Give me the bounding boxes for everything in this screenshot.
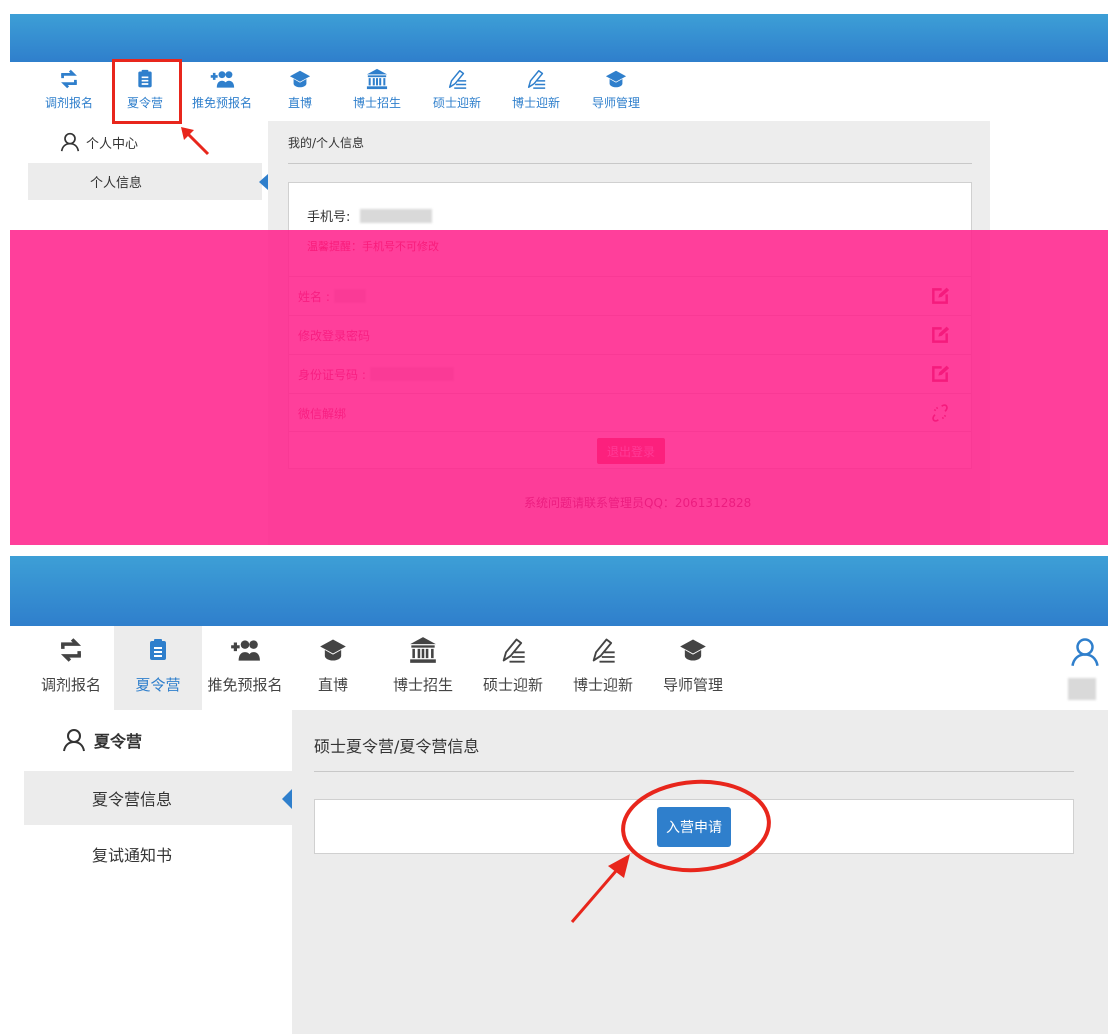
user-icon [60, 132, 80, 152]
user-icon [62, 726, 86, 754]
pen-edit-icon [499, 636, 527, 664]
divider [288, 431, 972, 432]
edit-icon[interactable] [930, 286, 950, 306]
nav-label: 博士迎新 [511, 96, 560, 110]
username-blurred [1068, 678, 1096, 700]
add-users-icon [209, 68, 235, 90]
active-indicator [282, 789, 292, 809]
phone-line: 手机号: [307, 206, 433, 225]
phone-value-blurred [360, 208, 433, 223]
nav-label: 推免预报名 [191, 96, 252, 110]
nav-label: 推免预报名 [207, 676, 283, 694]
change-password-label: 修改登录密码 [298, 328, 371, 343]
sidebar-header: 个人中心 [60, 132, 138, 152]
nav-item-master-welcome[interactable]: 硕士迎新 [418, 62, 496, 111]
nav-item-phd-welcome[interactable]: 博士迎新 [496, 62, 576, 111]
sidebar-item-interview-notice[interactable]: 复试通知书 [92, 842, 172, 866]
change-password-row[interactable]: 修改登录密码 [288, 315, 972, 354]
nav-item-transfer[interactable]: 调剂报名 [28, 626, 114, 710]
user-avatar-icon[interactable] [1070, 636, 1100, 668]
nav-label: 硕士迎新 [432, 96, 481, 110]
sidebar-item-label: 个人信息 [90, 176, 143, 191]
add-users-icon [229, 636, 261, 664]
document-list-icon [146, 636, 170, 664]
wechat-unbind-row[interactable]: 微信解绑 [288, 393, 972, 432]
id-number-blurred [369, 367, 454, 381]
name-row[interactable]: 姓名 : [288, 276, 972, 315]
active-indicator [259, 174, 268, 190]
edit-icon[interactable] [930, 364, 950, 384]
sidebar-item-personal-info[interactable]: 个人信息 [28, 163, 262, 200]
annotation-circle-arrow [570, 779, 771, 923]
graduation-cap-icon [679, 636, 707, 664]
nav-label: 调剂报名 [44, 96, 93, 110]
top-nav: 调剂报名 夏令营 推免预报名 直博 博士招生 硕士迎新 博士迎新 导师管理 [28, 626, 738, 710]
graduation-cap-icon [289, 68, 311, 90]
nav-label: 调剂报名 [40, 676, 101, 694]
sidebar-header: 夏令营 [62, 726, 142, 754]
nav-item-direct-phd[interactable]: 直博 [288, 626, 378, 710]
divider [314, 771, 1074, 772]
header-banner [10, 556, 1108, 626]
nav-label: 导师管理 [662, 676, 723, 694]
nav-label: 夏令营 [135, 676, 181, 694]
nav-label: 导师管理 [591, 96, 640, 110]
annotation-arrow [181, 127, 210, 156]
nav-item-phd-admission[interactable]: 博士招生 [336, 62, 418, 111]
id-number-label: 身份证号码 : [298, 367, 366, 382]
graduation-cap-icon [319, 636, 347, 664]
highlight-box [112, 59, 182, 124]
nav-label: 博士迎新 [572, 676, 633, 694]
institution-icon [409, 636, 437, 664]
breadcrumb: 硕士夏令营/夏令营信息 [314, 737, 480, 756]
breadcrumb: 我的/个人信息 [288, 136, 365, 150]
sidebar-item-label: 夏令营信息 [92, 790, 173, 809]
nav-item-transfer[interactable]: 调剂报名 [28, 62, 110, 111]
nav-item-summer-camp[interactable]: 夏令营 [114, 626, 202, 710]
nav-label: 直博 [317, 676, 348, 694]
pen-edit-icon [589, 636, 617, 664]
nav-item-tutor-management[interactable]: 导师管理 [576, 62, 656, 111]
wechat-unbind-label: 微信解绑 [298, 406, 347, 421]
contact-text: 系统问题请联系管理员QQ：2061312828 [524, 496, 752, 510]
institution-icon [366, 68, 388, 90]
pen-edit-icon [525, 68, 547, 90]
transfer-icon [58, 68, 80, 90]
transfer-icon [57, 636, 85, 664]
sidebar-item-summer-camp-info[interactable]: 夏令营信息 [24, 771, 292, 825]
unlink-icon[interactable] [930, 403, 950, 423]
nav-label: 直博 [287, 96, 312, 110]
id-number-row[interactable]: 身份证号码 : [288, 354, 972, 393]
name-value-blurred [333, 289, 366, 303]
divider [288, 163, 972, 164]
pen-edit-icon [446, 68, 468, 90]
nav-item-recommend[interactable]: 推免预报名 [202, 626, 288, 710]
phone-hint: 温馨提醒：手机号不可修改 [307, 240, 439, 253]
nav-item-recommend[interactable]: 推免预报名 [180, 62, 264, 111]
nav-label: 硕士迎新 [482, 676, 543, 694]
logout-button[interactable]: 退出登录 [597, 438, 665, 464]
name-label: 姓名 : [298, 289, 330, 304]
edit-icon[interactable] [930, 325, 950, 345]
phone-label: 手机号: [307, 210, 351, 225]
sidebar-header-label: 个人中心 [86, 136, 139, 152]
nav-item-master-welcome[interactable]: 硕士迎新 [468, 626, 558, 710]
nav-label: 博士招生 [392, 676, 453, 694]
nav-item-direct-phd[interactable]: 直博 [264, 62, 336, 111]
header-banner [10, 14, 1108, 62]
nav-item-tutor-management[interactable]: 导师管理 [648, 626, 738, 710]
graduation-cap-icon [605, 68, 627, 90]
sidebar-header-label: 夏令营 [94, 732, 143, 751]
nav-item-phd-welcome[interactable]: 博士迎新 [558, 626, 648, 710]
nav-label: 博士招生 [352, 96, 401, 110]
nav-item-phd-admission[interactable]: 博士招生 [378, 626, 468, 710]
